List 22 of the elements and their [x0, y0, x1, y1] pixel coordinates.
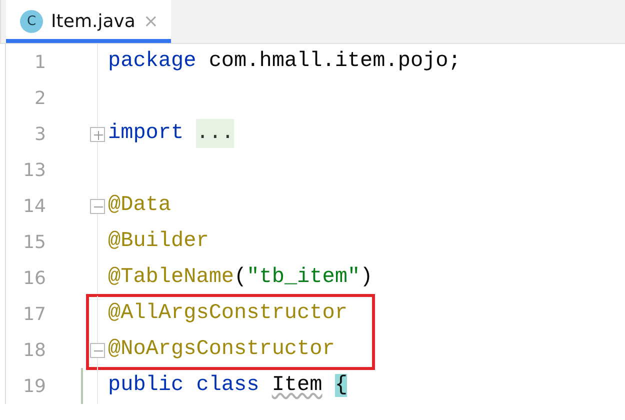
code-line: @TableName("tb_item") — [107, 265, 373, 292]
collapse-icon[interactable] — [90, 198, 105, 214]
code-line: @Builder — [107, 229, 209, 256]
line-number: 14 — [22, 194, 46, 218]
line-number: 2 — [34, 86, 46, 110]
line-number: 13 — [22, 158, 46, 182]
expand-icon[interactable] — [90, 126, 105, 142]
code-line: public class Item { — [107, 373, 348, 400]
code-line: @NoArgsConstructor — [107, 337, 335, 364]
code-line: package com.hmall.item.pojo; — [107, 49, 461, 76]
code-line: @Data — [107, 193, 172, 220]
line-number: 15 — [22, 230, 46, 254]
collapse-icon[interactable] — [90, 342, 105, 358]
file-tab[interactable]: C Item.java × — [6, 0, 171, 43]
code-line: @AllArgsConstructor — [107, 301, 348, 328]
line-number: 1 — [34, 50, 46, 74]
line-number: 3 — [34, 122, 46, 146]
line-number: 17 — [22, 302, 46, 326]
line-number: 19 — [22, 374, 46, 398]
class-icon: C — [20, 10, 43, 33]
line-number: 18 — [22, 338, 46, 362]
line-number: 16 — [22, 266, 46, 290]
